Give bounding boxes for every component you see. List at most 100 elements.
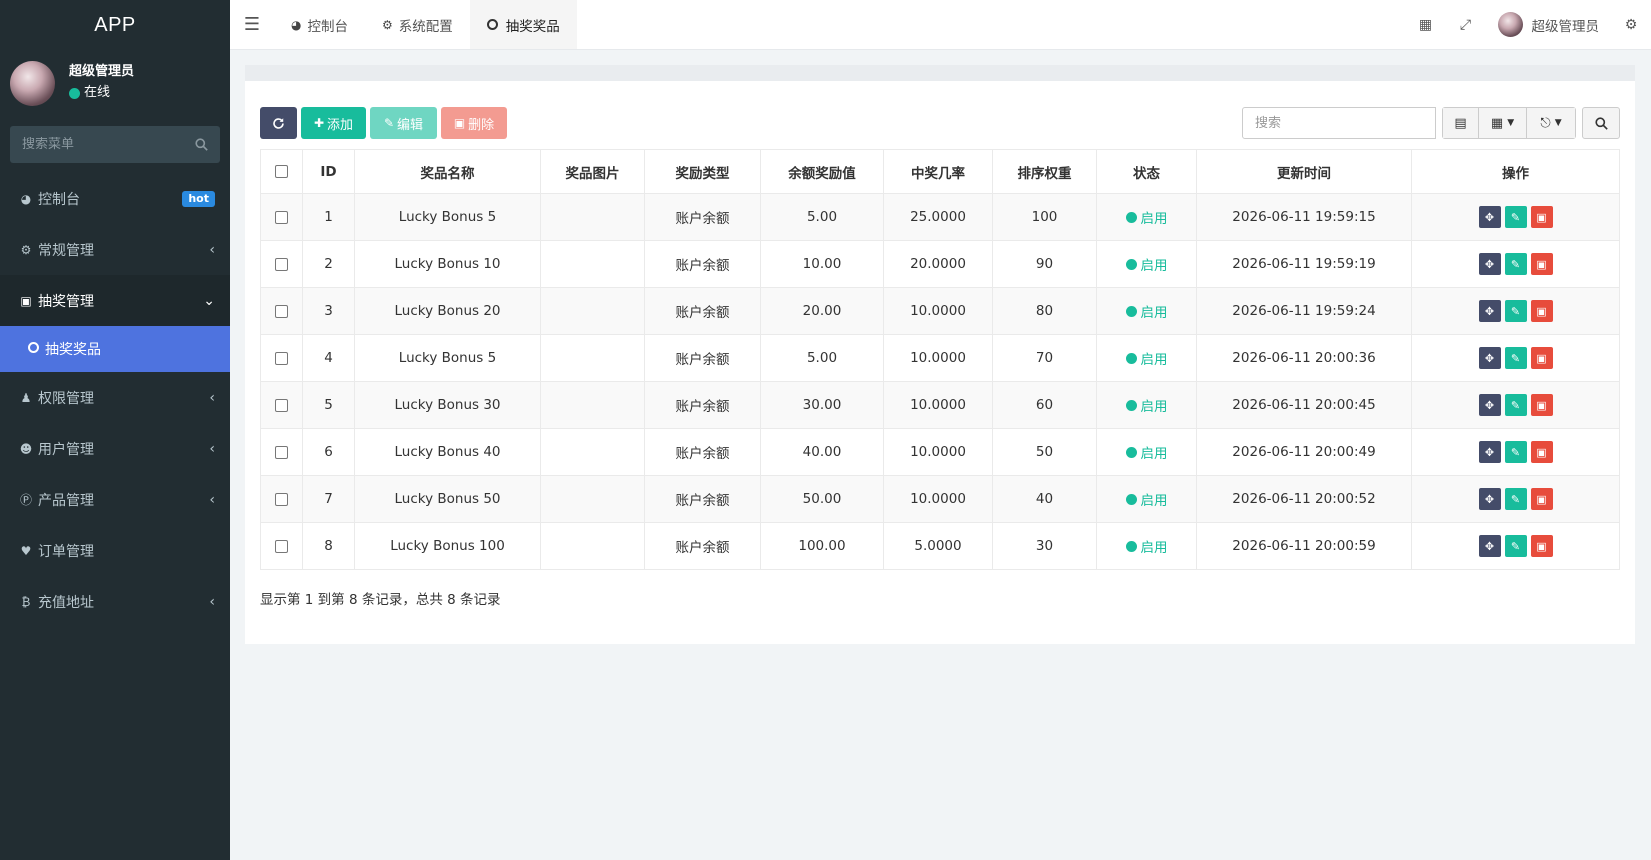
column-header[interactable]: ID — [302, 149, 355, 194]
edit-button[interactable]: ✎ 编辑 — [370, 107, 437, 139]
drag-sort-button[interactable]: ✥ — [1478, 394, 1501, 416]
delete-button[interactable]: ▣ 删除 — [441, 107, 507, 139]
row-checkbox[interactable] — [275, 210, 288, 224]
table-row[interactable]: 3 Lucky Bonus 20 账户余额 20.00 10.0000 80 启… — [260, 287, 1620, 335]
row-delete-button[interactable]: ▣ — [1530, 253, 1553, 275]
id-cell: 1 — [302, 193, 355, 241]
advanced-search-button[interactable] — [1582, 107, 1620, 139]
column-header[interactable]: 排序权重 — [992, 149, 1097, 194]
sidebar-item-users[interactable]: ☻ 用户管理 ‹ — [0, 423, 230, 474]
row-checkbox[interactable] — [275, 257, 288, 271]
status-cell: 启用 — [1096, 334, 1197, 382]
row-checkbox[interactable] — [275, 492, 288, 506]
translate-icon[interactable]: ▦ — [1406, 17, 1446, 33]
export-dropdown-button[interactable]: ⎋ ▼ — [1527, 108, 1575, 138]
search-icon[interactable] — [195, 138, 208, 151]
row-delete-button[interactable]: ▣ — [1530, 394, 1553, 416]
status-label: 启用 — [1140, 258, 1168, 274]
columns-dropdown-button[interactable]: ▦ ▼ — [1479, 108, 1527, 138]
row-delete-button[interactable]: ▣ — [1530, 206, 1553, 228]
drag-sort-button[interactable]: ✥ — [1478, 206, 1501, 228]
image-cell — [540, 428, 645, 476]
fullscreen-icon[interactable]: ⤢ — [1446, 17, 1486, 33]
add-button[interactable]: ✚ 添加 — [301, 107, 366, 139]
drag-sort-button[interactable]: ✥ — [1478, 253, 1501, 275]
pagination-info: 显示第 1 到第 8 条记录，总共 8 条记录 — [260, 592, 501, 608]
sidebar-item-products[interactable]: Ⓟ 产品管理 ‹ — [0, 474, 230, 525]
tab-system-config[interactable]: ⚙ 系统配置 — [365, 0, 470, 49]
column-header[interactable]: 余额奖励值 — [760, 149, 884, 194]
table-row[interactable]: 5 Lucky Bonus 30 账户余额 30.00 10.0000 60 启… — [260, 381, 1620, 429]
row-edit-button[interactable]: ✎ — [1504, 300, 1527, 322]
drag-sort-button[interactable]: ✥ — [1478, 488, 1501, 510]
row-checkbox[interactable] — [275, 445, 288, 459]
row-delete-button[interactable]: ▣ — [1530, 488, 1553, 510]
drag-sort-button[interactable]: ✥ — [1478, 347, 1501, 369]
select-all-cell — [260, 149, 303, 194]
name-cell: Lucky Bonus 10 — [354, 240, 541, 288]
table-row[interactable]: 8 Lucky Bonus 100 账户余额 100.00 5.0000 30 … — [260, 522, 1620, 570]
header-user-menu[interactable]: 超级管理员 — [1486, 12, 1612, 37]
plus-icon: ✚ — [313, 116, 325, 130]
status-badge: 启用 — [1125, 536, 1168, 556]
name-cell: Lucky Bonus 5 — [354, 334, 541, 382]
row-edit-button[interactable]: ✎ — [1504, 488, 1527, 510]
tab-lottery-prizes[interactable]: 抽奖奖品 — [469, 0, 577, 49]
sidebar-item-recharge-address[interactable]: ₿ 充值地址 ‹ — [0, 576, 230, 627]
tab-label: 系统配置 — [398, 18, 453, 35]
row-checkbox[interactable] — [275, 304, 288, 318]
row-edit-button[interactable]: ✎ — [1504, 347, 1527, 369]
column-header[interactable]: 状态 — [1096, 149, 1197, 194]
table-row[interactable]: 4 Lucky Bonus 5 账户余额 5.00 10.0000 70 启用 … — [260, 334, 1620, 382]
tab-dashboard[interactable]: ◕ 控制台 — [274, 0, 365, 49]
drag-sort-button[interactable]: ✥ — [1478, 300, 1501, 322]
row-delete-button[interactable]: ▣ — [1530, 347, 1553, 369]
row-delete-button[interactable]: ▣ — [1530, 300, 1553, 322]
sidebar-search-input[interactable] — [22, 137, 172, 152]
menu-toggle-icon[interactable]: ☰ — [230, 0, 274, 49]
table-search-input[interactable] — [1242, 107, 1436, 139]
drag-sort-button[interactable]: ✥ — [1478, 441, 1501, 463]
caret-down-icon: ▼ — [1507, 118, 1515, 128]
sidebar-item-label: 用户管理 — [38, 441, 94, 458]
refresh-button[interactable] — [260, 107, 297, 139]
settings-icon[interactable]: ⚙ — [1611, 17, 1651, 33]
export-icon: ⎋ — [1540, 115, 1551, 131]
value-cell: 30.00 — [760, 381, 884, 429]
table-row[interactable]: 6 Lucky Bonus 40 账户余额 40.00 10.0000 50 启… — [260, 428, 1620, 476]
column-header[interactable]: 更新时间 — [1196, 149, 1412, 194]
row-edit-button[interactable]: ✎ — [1504, 253, 1527, 275]
row-checkbox[interactable] — [275, 398, 288, 412]
row-edit-button[interactable]: ✎ — [1504, 394, 1527, 416]
sidebar-item-lottery[interactable]: ▣ 抽奖管理 ⌄ — [0, 275, 230, 326]
status-label: 启用 — [1140, 540, 1168, 556]
rate-cell: 10.0000 — [883, 334, 993, 382]
row-checkbox[interactable] — [275, 539, 288, 553]
sidebar-item-orders[interactable]: ♥ 订单管理 — [0, 525, 230, 576]
row-edit-button[interactable]: ✎ — [1504, 535, 1527, 557]
drag-sort-button[interactable]: ✥ — [1478, 535, 1501, 557]
column-header[interactable]: 奖品图片 — [540, 149, 645, 194]
column-header[interactable]: 中奖几率 — [883, 149, 993, 194]
table-row[interactable]: 1 Lucky Bonus 5 账户余额 5.00 25.0000 100 启用… — [260, 193, 1620, 241]
row-delete-button[interactable]: ▣ — [1530, 441, 1553, 463]
toggle-view-button[interactable]: ▤ — [1443, 108, 1479, 138]
row-select-cell — [260, 287, 303, 335]
sidebar-item-general[interactable]: ⚙ 常规管理 ‹ — [0, 224, 230, 275]
table-row[interactable]: 7 Lucky Bonus 50 账户余额 50.00 10.0000 40 启… — [260, 475, 1620, 523]
select-all-checkbox[interactable] — [275, 165, 288, 178]
column-header[interactable]: 奖励类型 — [644, 149, 761, 194]
sidebar-item-permissions[interactable]: ♟ 权限管理 ‹ — [0, 372, 230, 423]
row-edit-button[interactable]: ✎ — [1504, 441, 1527, 463]
caret-down-icon: ▼ — [1554, 118, 1562, 128]
sidebar-item-lottery-prizes[interactable]: 抽奖奖品 — [0, 326, 230, 372]
row-delete-button[interactable]: ▣ — [1530, 535, 1553, 557]
column-header[interactable]: 奖品名称 — [354, 149, 541, 194]
chevron-left-icon: ‹ — [209, 440, 215, 457]
app-logo[interactable]: APP — [0, 0, 230, 50]
row-edit-button[interactable]: ✎ — [1504, 206, 1527, 228]
status-dot-icon — [1125, 540, 1137, 552]
table-row[interactable]: 2 Lucky Bonus 10 账户余额 10.00 20.0000 90 启… — [260, 240, 1620, 288]
sidebar-item-dashboard[interactable]: ◕ 控制台 hot — [0, 173, 230, 224]
row-checkbox[interactable] — [275, 351, 288, 365]
